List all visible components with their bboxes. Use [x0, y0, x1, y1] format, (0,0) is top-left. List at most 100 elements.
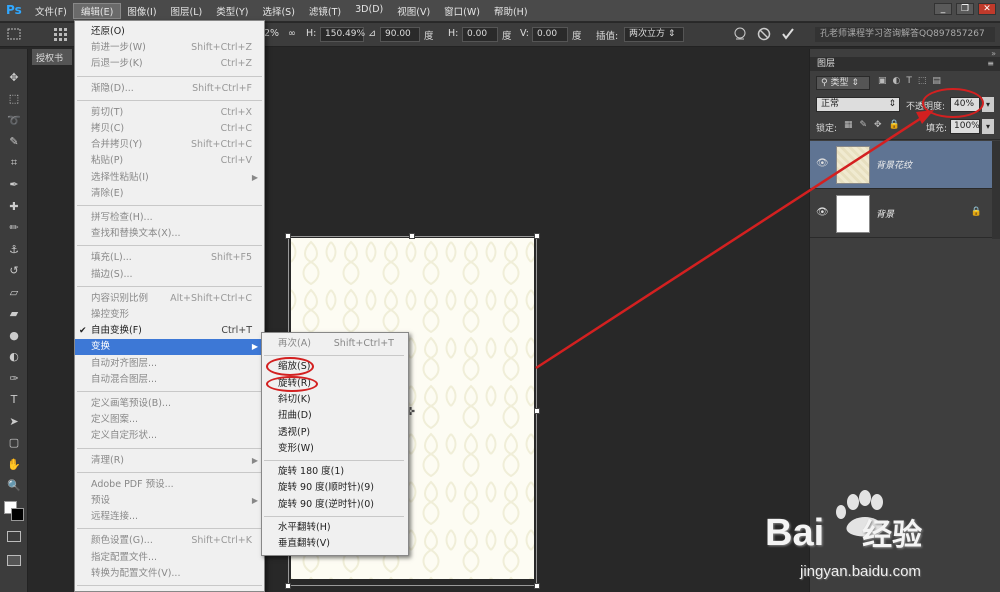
annotation-circle-scale: [266, 357, 314, 376]
edit-menu-item[interactable]: 清理(R) ▶: [75, 453, 264, 469]
menu-item-shortcut: Shift+Ctrl+T: [333, 338, 394, 349]
edit-menu-item[interactable]: 定义画笔预设(B)...: [75, 396, 264, 412]
edit-menu-item[interactable]: 描边(S)...: [75, 267, 264, 283]
edit-menu-item[interactable]: 定义自定形状...: [75, 428, 264, 444]
edit-menu-item[interactable]: 拷贝(C) Ctrl+C: [75, 121, 264, 137]
edit-menu-item[interactable]: 渐隐(D)... Shift+Ctrl+F: [75, 81, 264, 97]
submenu-arrow-icon: ▶: [251, 496, 258, 505]
transform-menu-item[interactable]: 扭曲(D): [262, 408, 408, 424]
menu-item-shortcut: Ctrl+Z: [220, 58, 252, 70]
menu-item-shortcut: Shift+F5: [210, 252, 252, 264]
menu-item-label: 斜切(K): [278, 393, 311, 405]
baidu-brand-text: Bai 经验: [765, 512, 923, 554]
transform-menu-item[interactable]: 变形(W): [262, 441, 408, 457]
transform-menu-item[interactable]: 水平翻转(H): [262, 520, 408, 536]
menu-item-label: 前进一步(W): [91, 42, 146, 54]
menu-item-label: 透视(P): [278, 426, 311, 438]
menu-item-label: 预设: [91, 495, 111, 506]
menu-item-label: 定义图案...: [91, 414, 139, 426]
menu-item-label: 变换: [91, 341, 111, 353]
menu-item-shortcut: Ctrl+V: [220, 155, 252, 167]
baidu-url: jingyan.baidu.com: [800, 563, 921, 580]
menu-item-label: 合并拷贝(Y): [91, 139, 143, 151]
transform-menu-item[interactable]: 旋转 180 度(1): [262, 464, 408, 480]
edit-menu-item[interactable]: 粘贴(P) Ctrl+V: [75, 153, 264, 169]
annotation-circle-opacity: [922, 88, 984, 118]
edit-menu-item[interactable]: 剪切(T) Ctrl+X: [75, 105, 264, 121]
transform-menu-item[interactable]: 垂直翻转(V): [262, 536, 408, 552]
menu-separator: [77, 245, 262, 247]
menu-separator: [77, 205, 262, 206]
menu-item-shortcut: Shift+Ctrl+F: [192, 82, 252, 94]
edit-menu-item[interactable]: Adobe PDF 预设...: [75, 477, 264, 493]
menu-item-label: 自由变换(F): [91, 325, 142, 337]
menu-item-shortcut: Alt+Shift+Ctrl+C: [170, 292, 252, 304]
edit-menu-item[interactable]: 自动混合图层...: [75, 372, 264, 388]
menu-item-label: Adobe PDF 预设...: [91, 478, 174, 490]
menu-item-label: 定义自定形状...: [91, 430, 158, 442]
menu-item-label: 后退一步(K): [91, 58, 143, 70]
menu-separator: [77, 285, 262, 287]
edit-menu-item[interactable]: 远程连接...: [75, 509, 264, 525]
menu-item-label: 旋转 90 度(顺时针)(9): [278, 482, 374, 494]
edit-menu-item[interactable]: 合并拷贝(Y) Shift+Ctrl+C: [75, 137, 264, 153]
edit-menu-item[interactable]: 操控变形: [75, 307, 264, 323]
menu-item-label: 扭曲(D): [278, 410, 312, 422]
edit-menu-item[interactable]: 还原(O): [75, 24, 264, 40]
transform-menu-item[interactable]: 旋转 90 度(逆时针)(0): [262, 497, 408, 513]
menu-item-label: 自动对齐图层...: [91, 357, 158, 369]
menu-item-label: 选择性粘贴(I): [91, 171, 149, 183]
transform-menu-item[interactable]: 透视(P): [262, 425, 408, 441]
edit-menu-item[interactable]: 颜色设置(G)... Shift+Ctrl+K: [75, 533, 264, 549]
menu-item-label: 再次(A): [278, 338, 311, 349]
edit-menu-item[interactable]: ✔ 自由变换(F) Ctrl+T: [75, 323, 264, 339]
edit-menu-item[interactable]: 自动对齐图层...: [75, 356, 264, 372]
menu-separator: [77, 75, 262, 77]
menu-item-shortcut: Shift+Ctrl+C: [190, 139, 252, 151]
menu-item-label: 自动混合图层...: [91, 373, 158, 385]
menu-separator: [77, 391, 262, 392]
menu-item-label: 颜色设置(G)...: [91, 535, 153, 547]
annotation-circle-rotate: [266, 376, 318, 392]
edit-menu-dropdown: 还原(O) 前进一步(W) Shift+Ctrl+Z 后退一步(K) Ctrl+Z 渐隐(…: [74, 20, 265, 592]
edit-menu-item[interactable]: 选择性粘贴(I) ▶: [75, 170, 264, 186]
menu-item-label: 旋转 180 度(1): [278, 466, 345, 478]
menu-item-label: 粘贴(P): [91, 155, 124, 167]
menu-item-label: 操控变形: [91, 309, 130, 320]
edit-menu-item[interactable]: 预设 ▶: [75, 493, 264, 509]
menu-item-label: 转换为配置文件(V)...: [91, 567, 181, 579]
menu-separator: [77, 585, 262, 586]
edit-menu-item[interactable]: 前进一步(W) Shift+Ctrl+Z: [75, 40, 264, 56]
menu-separator: [77, 471, 262, 473]
menu-separator: [77, 447, 262, 449]
menu-item-label: 查找和替换文本(X)...: [91, 228, 181, 240]
transform-menu-item[interactable]: 斜切(K): [262, 392, 408, 408]
edit-menu-item[interactable]: 拼写检查(H)...: [75, 210, 264, 226]
edit-menu-item[interactable]: 查找和替换文本(X)...: [75, 226, 264, 242]
transform-menu-item[interactable]: 旋转 90 度(顺时针)(9): [262, 480, 408, 496]
menu-item-label: 描边(S)...: [91, 268, 133, 280]
menu-item-label: 变形(W): [278, 442, 314, 454]
edit-menu-item[interactable]: 内容识别比例 Alt+Shift+Ctrl+C: [75, 291, 264, 307]
menu-item-label: 拷贝(C): [91, 123, 125, 134]
submenu-arrow-icon: ▶: [251, 172, 258, 182]
transform-menu-item[interactable]: 再次(A) Shift+Ctrl+T: [262, 336, 408, 352]
menu-separator: [264, 516, 404, 517]
edit-menu-item[interactable]: 转换为配置文件(V)...: [75, 566, 264, 582]
edit-menu-item[interactable]: 定义图案...: [75, 412, 264, 428]
baidu-watermark: Bai 经验 jingyan.baidu.com: [765, 488, 995, 588]
menu-item-label: 垂直翻转(V): [278, 538, 330, 550]
menu-item-shortcut: Shift+Ctrl+K: [191, 535, 252, 547]
menu-item-label: 水平翻转(H): [278, 522, 331, 533]
menu-item-label: 指定配置文件...: [91, 551, 158, 563]
menu-item-label: 清理(R): [91, 454, 125, 466]
submenu-arrow-icon: ▶: [251, 342, 258, 352]
edit-menu-item[interactable]: 填充(L)... Shift+F5: [75, 250, 264, 266]
edit-menu-item[interactable]: 指定配置文件...: [75, 550, 264, 566]
menu-item-label: 旋转 90 度(逆时针)(0): [278, 498, 374, 510]
menu-item-shortcut: Shift+Ctrl+Z: [191, 42, 252, 54]
edit-menu-item[interactable]: 清除(E): [75, 186, 264, 202]
edit-menu-item[interactable]: 后退一步(K) Ctrl+Z: [75, 56, 264, 72]
menu-item-shortcut: Ctrl+C: [220, 123, 253, 134]
edit-menu-item[interactable]: 变换 ▶: [75, 339, 264, 356]
